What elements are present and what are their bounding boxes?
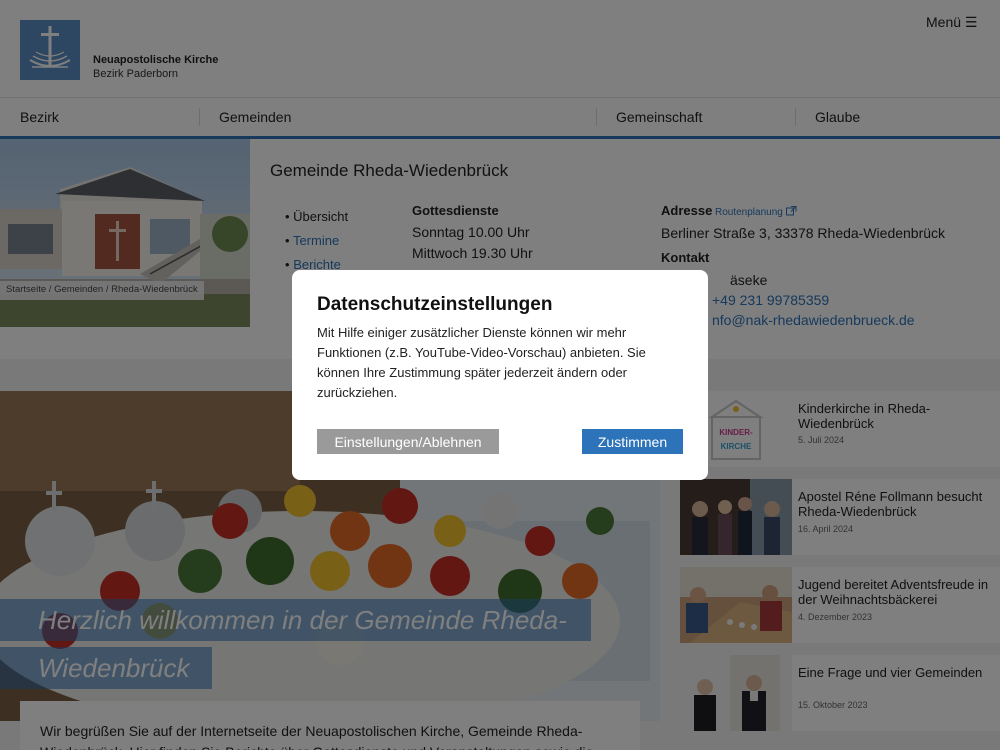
decline-settings-button[interactable]: Einstellungen/Ablehnen	[317, 429, 499, 454]
dialog-text: Mit Hilfe einiger zusätzlicher Dienste k…	[317, 325, 646, 400]
accept-button[interactable]: Zustimmen	[582, 429, 683, 454]
privacy-settings-dialog: Datenschutzeinstellungen Mit Hilfe einig…	[292, 270, 708, 480]
dialog-title: Datenschutzeinstellungen	[317, 294, 553, 315]
